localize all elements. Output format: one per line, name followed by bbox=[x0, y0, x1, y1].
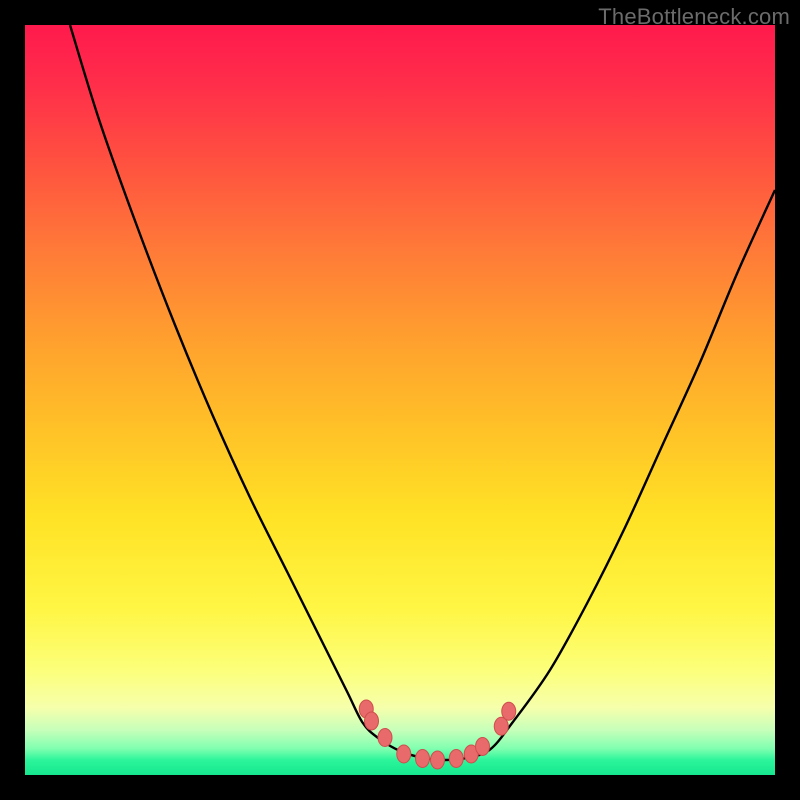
marker-dot bbox=[378, 729, 392, 747]
bottleneck-curve bbox=[25, 25, 775, 775]
plot-area bbox=[25, 25, 775, 775]
marker-dot bbox=[397, 745, 411, 763]
chart-frame: TheBottleneck.com bbox=[0, 0, 800, 800]
marker-dot bbox=[365, 712, 379, 730]
marker-dot bbox=[431, 751, 445, 769]
watermark-text: TheBottleneck.com bbox=[598, 4, 790, 30]
curve-markers bbox=[359, 700, 516, 769]
curve-path bbox=[70, 25, 775, 760]
marker-dot bbox=[416, 750, 430, 768]
marker-dot bbox=[449, 750, 463, 768]
marker-dot bbox=[476, 738, 490, 756]
marker-dot bbox=[502, 702, 516, 720]
